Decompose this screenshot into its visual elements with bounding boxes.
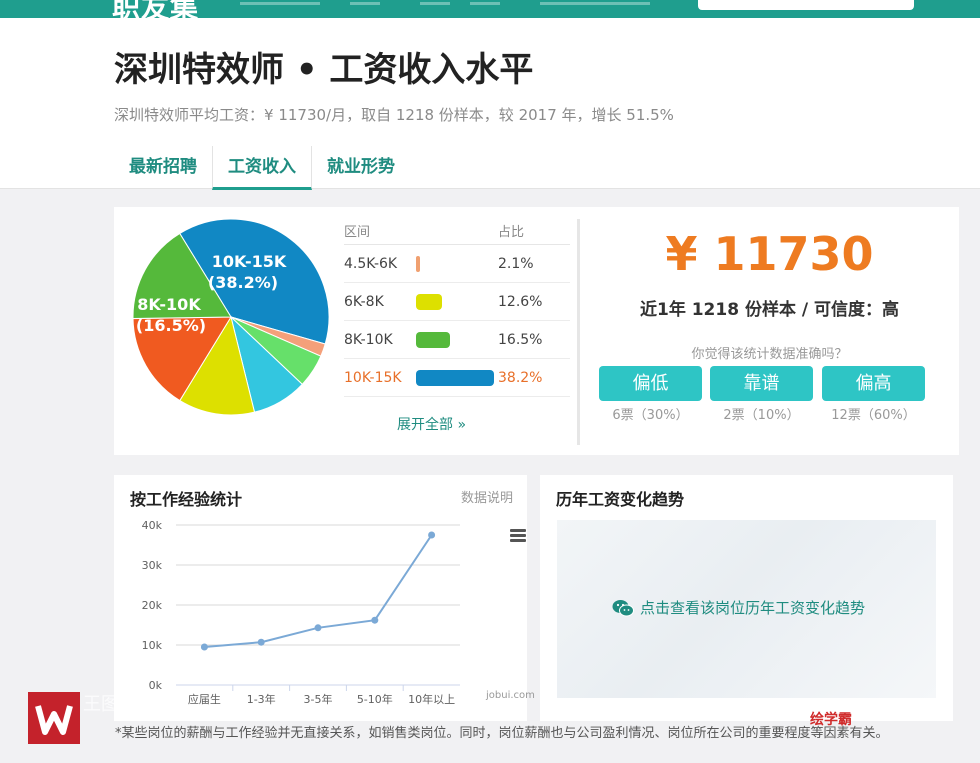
data-point[interactable] [200, 643, 208, 651]
nav-item[interactable] [470, 2, 500, 5]
table-row: 8K-10K 16.5% [344, 321, 570, 359]
page-title: 深圳特效师 • 工资收入水平 [114, 50, 534, 90]
table-row: 4.5K-6K 2.1% [344, 245, 570, 283]
row-bar-cell [416, 254, 498, 274]
page-header: 深圳特效师 • 工资收入水平 深圳特效师平均工资：¥ 11730/月，取自 12… [0, 18, 980, 190]
col-ratio: 占比 [498, 225, 525, 240]
data-point[interactable] [314, 624, 322, 632]
distribution-table: 区间 占比 4.5K-6K 2.1% 6K-8K 12.6% 8K-10K 16.5% 10… [344, 217, 570, 397]
experience-card: 按工作经验统计 数据说明 0k 10k 20k 30k 40k 应届生 1-3年 3-5年 5… [114, 475, 535, 721]
trend-card: 历年工资变化趋势 点击查看该岗位历年工资变化趋势 [540, 475, 953, 721]
trend-link[interactable]: 点击查看该岗位历年工资变化趋势 [612, 597, 865, 618]
card-title: 历年工资变化趋势 [556, 490, 685, 509]
data-note-link[interactable]: 数据说明 [461, 487, 513, 506]
row-percent: 2.1% [498, 255, 534, 272]
top-nav: 职友集 [0, 0, 980, 18]
row-bar [416, 331, 450, 348]
accuracy-question: 你觉得该统计数据准确吗？ [691, 347, 848, 362]
row-bar [416, 255, 421, 272]
sample-info: 近1年 1218 份样本 / 可信度：高 [639, 300, 900, 320]
pie-label-line: 8K-10K [137, 295, 201, 314]
x-tick-label: 5-10年 [357, 692, 393, 706]
card-title: 按工作经验统计 [130, 490, 243, 509]
watermark-brand: 绘学霸 [810, 712, 852, 728]
salary-summary-card: 10K-15K (38.2%) 8K-10K (16.5%) 区间 占比 4.5… [114, 207, 959, 455]
pie-label-line: (16.5%) [136, 316, 206, 335]
trend-placeholder[interactable]: 点击查看该岗位历年工资变化趋势 [557, 520, 936, 698]
y-tick-label: 10k [142, 639, 163, 652]
nav-item[interactable] [420, 2, 450, 5]
data-point[interactable] [371, 616, 379, 624]
chart-credit[interactable]: jobui.com [486, 690, 535, 701]
row-range: 6K-8K [344, 293, 384, 310]
col-range: 区间 [344, 225, 371, 240]
row-bar [416, 369, 494, 386]
vote-high-button[interactable]: 偏高 [822, 366, 925, 401]
row-range: 10K-15K [344, 369, 402, 386]
y-tick-label: 40k [142, 519, 163, 532]
table-header: 区间 占比 [344, 217, 570, 245]
row-bar-cell [416, 368, 498, 388]
vote-high-count: 12票（60%） [831, 408, 916, 423]
data-point[interactable] [257, 638, 265, 646]
watermark-logo [28, 692, 80, 744]
average-salary: ¥ 11730 [665, 227, 874, 281]
nav-item[interactable] [350, 2, 380, 5]
x-tick-label: 3-5年 [304, 692, 333, 706]
tab-salary[interactable]: 工资收入 [212, 146, 312, 190]
vote-accurate-button[interactable]: 靠谱 [710, 366, 813, 401]
pie-label-line: 10K-15K [212, 252, 287, 271]
table-row: 6K-8K 12.6% [344, 283, 570, 321]
expand-all-link[interactable]: 展开全部 » [397, 414, 466, 434]
vote-accurate-count: 2票（10%） [723, 408, 800, 423]
y-tick-label: 20k [142, 599, 163, 612]
tab-bar: 最新招聘 工资收入 就业形势 [114, 146, 410, 190]
y-tick-label: 30k [142, 559, 163, 572]
salary-pie-chart: 10K-15K (38.2%) 8K-10K (16.5%) [132, 218, 330, 416]
vote-low-count: 6票（30%） [612, 408, 689, 423]
vote-low-button[interactable]: 偏低 [599, 366, 702, 401]
row-bar-cell [416, 330, 498, 350]
x-tick-label: 1-3年 [247, 692, 276, 706]
row-percent: 38.2% [498, 369, 543, 386]
row-range: 4.5K-6K [344, 255, 398, 272]
search-input[interactable] [698, 0, 914, 10]
x-tick-label: 10年以上 [408, 692, 455, 706]
table-row: 10K-15K 38.2% [344, 359, 570, 397]
watermark-name: 王图 [83, 694, 119, 715]
footnote: *某些岗位的薪酬与工作经验并无直接关系，如销售类岗位。同时，岗位薪酬也与公司盈利… [115, 726, 889, 741]
trend-link-label[interactable]: 点击查看该岗位历年工资变化趋势 [640, 597, 865, 618]
data-point[interactable] [428, 531, 436, 539]
row-percent: 16.5% [498, 331, 543, 348]
nav-item[interactable] [240, 2, 320, 5]
pie-label-line: (38.2%) [208, 273, 278, 292]
row-range: 8K-10K [344, 331, 393, 348]
row-bar [416, 293, 442, 310]
y-tick-label: 0k [149, 679, 163, 692]
wechat-icon [612, 599, 634, 616]
tab-employment-trend[interactable]: 就业形势 [312, 146, 410, 188]
x-tick-label: 应届生 [188, 692, 221, 706]
row-bar-cell [416, 292, 498, 312]
site-logo[interactable]: 职友集 [112, 0, 199, 18]
experience-line-chart: 0k 10k 20k 30k 40k 应届生 1-3年 3-5年 5-10年 10年以上 [142, 519, 460, 706]
page-subtitle: 深圳特效师平均工资：¥ 11730/月，取自 1218 份样本，较 2017 年… [114, 106, 674, 124]
tab-latest-jobs[interactable]: 最新招聘 [114, 146, 212, 188]
nav-item[interactable] [540, 2, 650, 5]
row-percent: 12.6% [498, 293, 543, 310]
